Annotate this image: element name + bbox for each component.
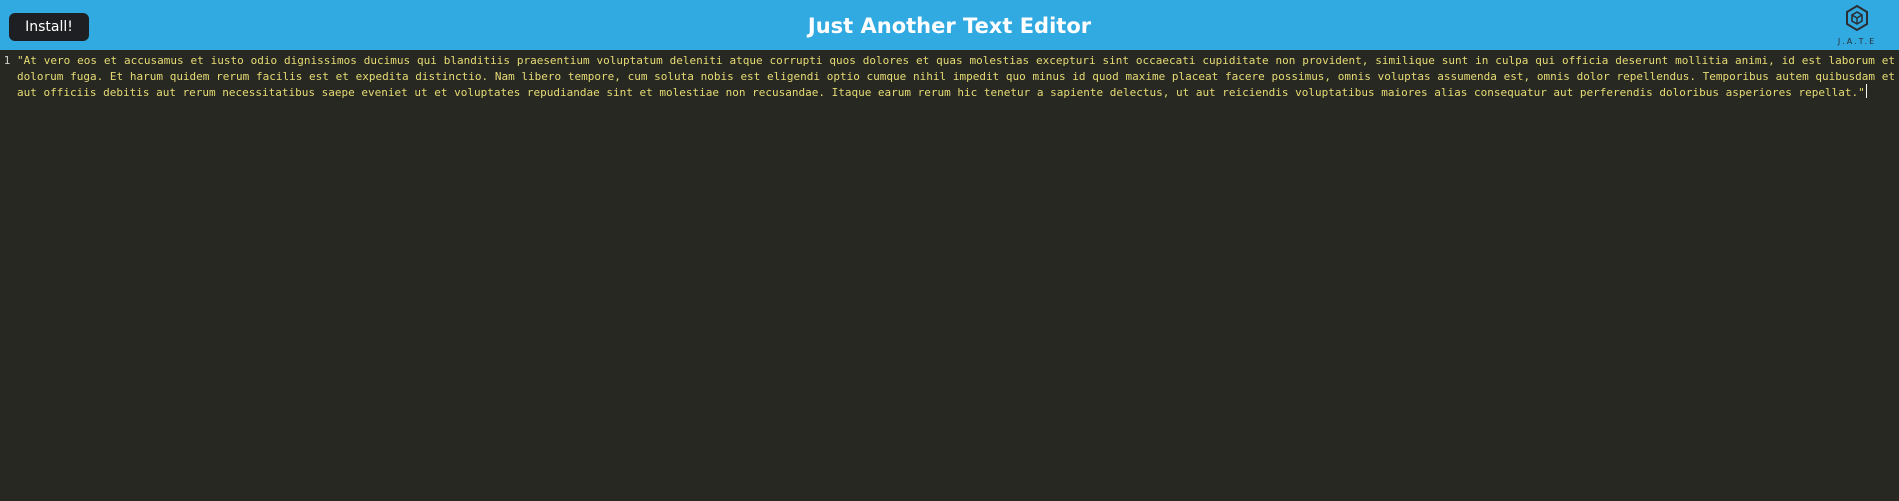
editor-line-text: "At vero eos et accusamus et iusto odio … (17, 54, 1895, 99)
install-button[interactable]: Install! (9, 13, 89, 41)
line-number: 1 (3, 54, 11, 67)
text-cursor (1865, 84, 1867, 98)
text-editor[interactable]: 1 "At vero eos et accusamus et iusto odi… (0, 50, 1899, 501)
page-title: Just Another Text Editor (807, 14, 1092, 38)
app-header: Install! Just Another Text Editor J.A.T.… (0, 0, 1899, 50)
editor-line[interactable]: "At vero eos et accusamus et iusto odio … (17, 53, 1895, 101)
cube-logo-icon (1846, 4, 1868, 32)
app-logo: J.A.T.E (1832, 3, 1882, 49)
logo-text: J.A.T.E (1837, 37, 1877, 46)
